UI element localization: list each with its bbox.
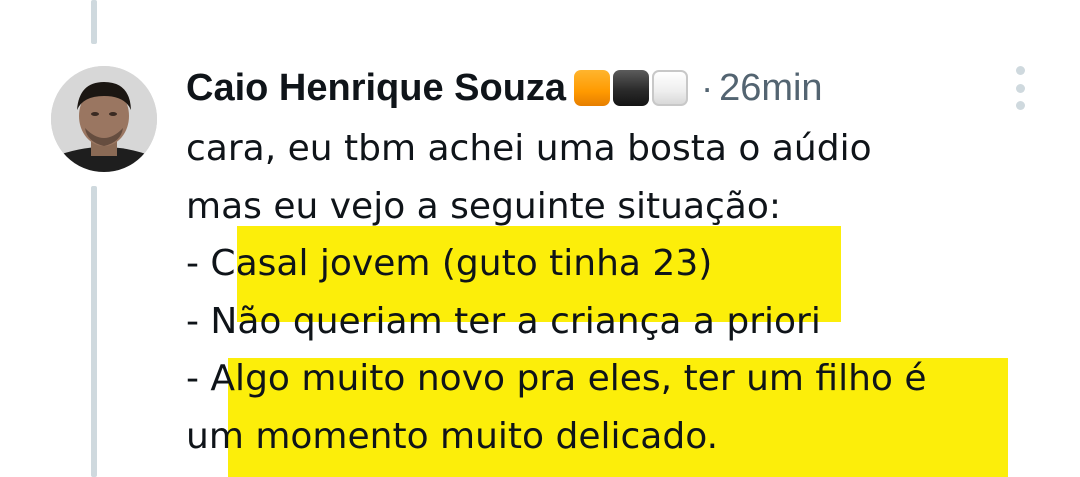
tweet-line: - Casal jovem (guto tinha 23) (186, 243, 713, 284)
timestamp[interactable]: 26min (719, 67, 823, 110)
white-square-icon (652, 70, 689, 106)
thread-line-top (91, 0, 97, 44)
tweet-line: - Não queriam ter a criança a priori (186, 300, 821, 342)
tweet-line: um momento muito delicado. (186, 415, 719, 457)
more-dot (1015, 101, 1025, 110)
more-dot (1015, 66, 1025, 75)
tweet-body: cara, eu tbm achei uma bosta o aúdio mas… (186, 120, 927, 465)
tweet-line: cara, eu tbm achei uma bosta o aúdio (186, 128, 872, 169)
more-vertical-icon[interactable] (1008, 66, 1032, 110)
header-separator: · (701, 67, 714, 108)
avatar-photo (51, 66, 157, 172)
orange-square-icon (574, 70, 611, 106)
author-name[interactable]: Caio Henrique Souza (186, 67, 566, 110)
thread-line-bottom (91, 186, 97, 477)
tweet-header: Caio Henrique Souza · 26min (186, 60, 823, 116)
black-square-icon (613, 70, 650, 106)
avatar[interactable] (51, 66, 157, 172)
tweet-line: - Algo muito novo pra eles, ter um filho… (186, 358, 927, 399)
more-dot (1015, 83, 1025, 93)
tweet-line: mas eu vejo a seguinte situação: (186, 185, 782, 227)
